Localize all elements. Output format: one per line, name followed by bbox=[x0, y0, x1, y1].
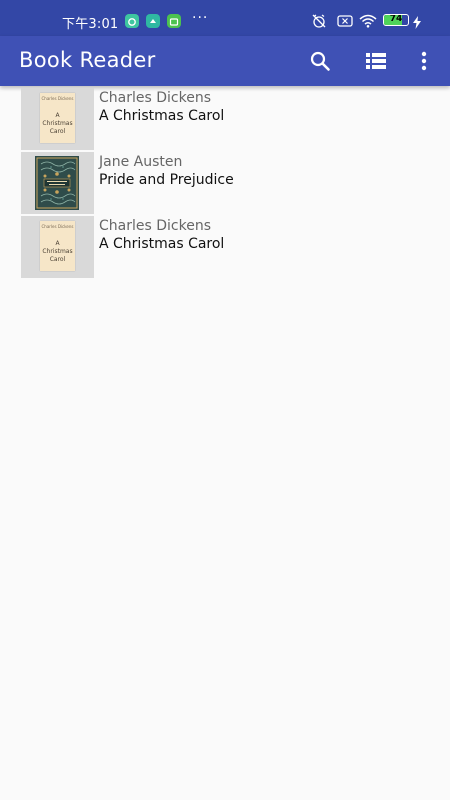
book-author: Jane Austen bbox=[99, 154, 183, 170]
book-cover: Charles Dickens A Christmas Carol bbox=[21, 216, 94, 278]
more-vert-icon bbox=[421, 51, 427, 71]
view-mode-button[interactable] bbox=[362, 47, 390, 75]
charging-icon bbox=[413, 14, 421, 33]
book-cover-image bbox=[35, 156, 79, 210]
book-title: A Christmas Carol bbox=[99, 108, 225, 124]
alarm-off-icon bbox=[311, 13, 327, 33]
more-notifications-icon: ··· bbox=[192, 10, 209, 26]
wifi-icon bbox=[359, 13, 377, 32]
book-author: Charles Dickens bbox=[99, 218, 211, 234]
search-button[interactable] bbox=[306, 47, 334, 75]
book-list-item[interactable]: Charles Dickens A Christmas Carol Charle… bbox=[21, 88, 441, 150]
app-bar: Book Reader bbox=[0, 36, 450, 86]
book-list-item[interactable]: Charles Dickens A Christmas Carol Charle… bbox=[21, 216, 441, 278]
battery-level-text: 74 bbox=[389, 14, 403, 24]
cover-title-text: A Christmas Carol bbox=[42, 240, 73, 263]
book-cover: Charles Dickens A Christmas Carol bbox=[21, 88, 94, 150]
app-title: Book Reader bbox=[19, 48, 156, 72]
search-icon bbox=[310, 51, 330, 71]
book-author: Charles Dickens bbox=[99, 90, 211, 106]
app-notification-icon bbox=[125, 14, 139, 28]
app-notification-icon bbox=[146, 14, 160, 28]
status-bar: 下午3:01 ··· 74 bbox=[0, 0, 450, 36]
book-title: A Christmas Carol bbox=[99, 236, 225, 252]
book-cover-image: Charles Dickens A Christmas Carol bbox=[40, 221, 75, 271]
more-options-button[interactable] bbox=[410, 47, 438, 75]
cover-author-text: Charles Dickens bbox=[41, 96, 74, 101]
status-time: 下午3:01 bbox=[62, 17, 119, 32]
cover-author-text: Charles Dickens bbox=[41, 224, 74, 229]
book-cover-image: Charles Dickens A Christmas Carol bbox=[40, 93, 75, 143]
book-cover bbox=[21, 152, 94, 214]
book-title: Pride and Prejudice bbox=[99, 172, 234, 188]
battery-icon: 74 bbox=[383, 14, 409, 26]
app-notification-icon bbox=[167, 14, 181, 28]
sim-disabled-icon bbox=[337, 13, 353, 32]
view-list-icon bbox=[366, 53, 386, 69]
cover-title-text: A Christmas Carol bbox=[42, 112, 73, 135]
book-list-item[interactable]: Jane Austen Pride and Prejudice bbox=[21, 152, 441, 214]
